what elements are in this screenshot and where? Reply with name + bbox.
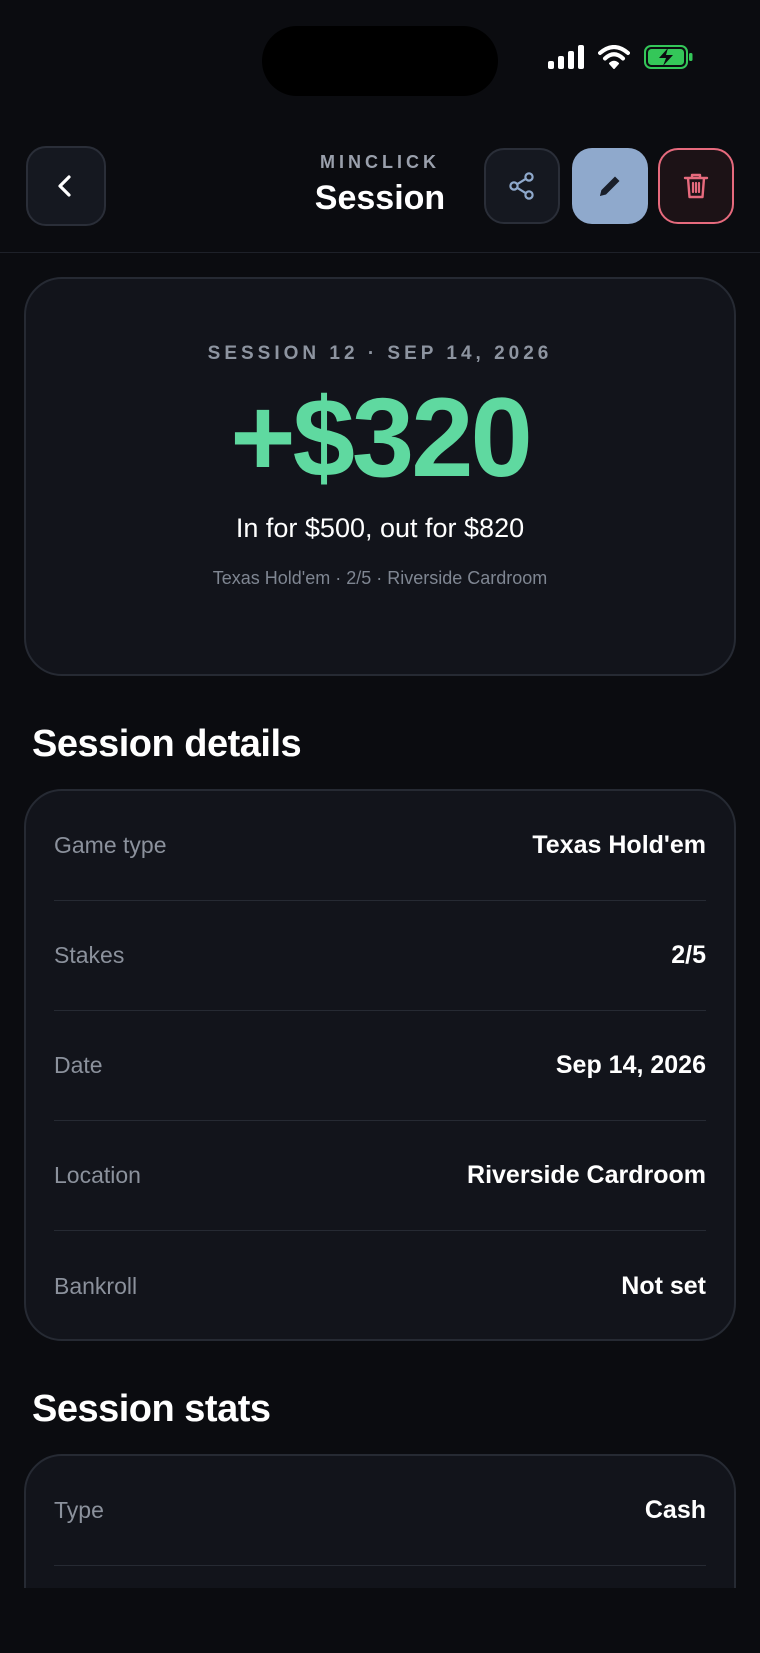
page-title: Session	[314, 179, 446, 217]
back-button[interactable]	[26, 146, 106, 226]
section-title-session-details: Session details	[32, 723, 302, 765]
row-value: Texas Hold'em	[532, 831, 706, 859]
row-label: Bankroll	[54, 1272, 138, 1299]
session-screen: MINCLICK Session SESSION 12 · SEP 14, 20…	[0, 0, 760, 1653]
share-button[interactable]	[484, 148, 560, 224]
wifi-icon	[598, 45, 630, 69]
pencil-icon	[600, 176, 620, 196]
row-label: Type	[54, 1497, 104, 1523]
row-value: Riverside Cardroom	[467, 1161, 706, 1189]
chevron-left-icon	[58, 175, 71, 197]
details-row-bankroll: Bankroll Not set	[54, 1231, 706, 1341]
session-meta: Texas Hold'em · 2/5 · Riverside Cardroom	[212, 568, 548, 588]
dynamic-island	[262, 26, 498, 96]
edit-button[interactable]	[572, 148, 648, 224]
details-row-date: Date Sep 14, 2026	[54, 1011, 706, 1121]
stats-row-type: Type Cash	[54, 1456, 706, 1566]
row-value: Cash	[644, 1496, 706, 1524]
details-row-stakes: Stakes 2/5	[54, 901, 706, 1011]
buy-in-cash-out: In for $500, out for $820	[235, 513, 525, 543]
trash-icon	[683, 173, 709, 199]
delete-button[interactable]	[658, 148, 734, 224]
row-label: Date	[54, 1052, 103, 1078]
header-titles: MINCLICK Session	[280, 152, 480, 218]
details-row-game-type: Game type Texas Hold'em	[54, 791, 706, 901]
cellular-signal-icon	[548, 45, 584, 69]
details-row-location: Location Riverside Cardroom	[54, 1121, 706, 1231]
brand-label: MINCLICK	[320, 152, 440, 172]
session-details-card: Game type Texas Hold'em Stakes 2/5 Date …	[24, 789, 736, 1341]
row-label: Stakes	[54, 942, 125, 968]
session-summary-card: SESSION 12 · SEP 14, 2026 +$320 In for $…	[24, 277, 736, 676]
share-icon	[509, 172, 534, 200]
profit-amount: +$320	[230, 375, 533, 500]
row-label: Location	[54, 1162, 141, 1188]
top-navigation-bar: MINCLICK Session	[0, 130, 760, 253]
section-title-session-stats: Session stats	[32, 1388, 271, 1430]
row-value: Not set	[621, 1271, 706, 1300]
row-value: Sep 14, 2026	[555, 1051, 706, 1079]
row-label: Game type	[54, 832, 167, 858]
battery-charging-icon	[644, 45, 693, 69]
bottom-safe-area	[0, 1588, 760, 1653]
status-bar-icons	[548, 44, 694, 70]
session-kicker: SESSION 12 · SEP 14, 2026	[207, 343, 553, 364]
row-value: 2/5	[671, 941, 706, 969]
